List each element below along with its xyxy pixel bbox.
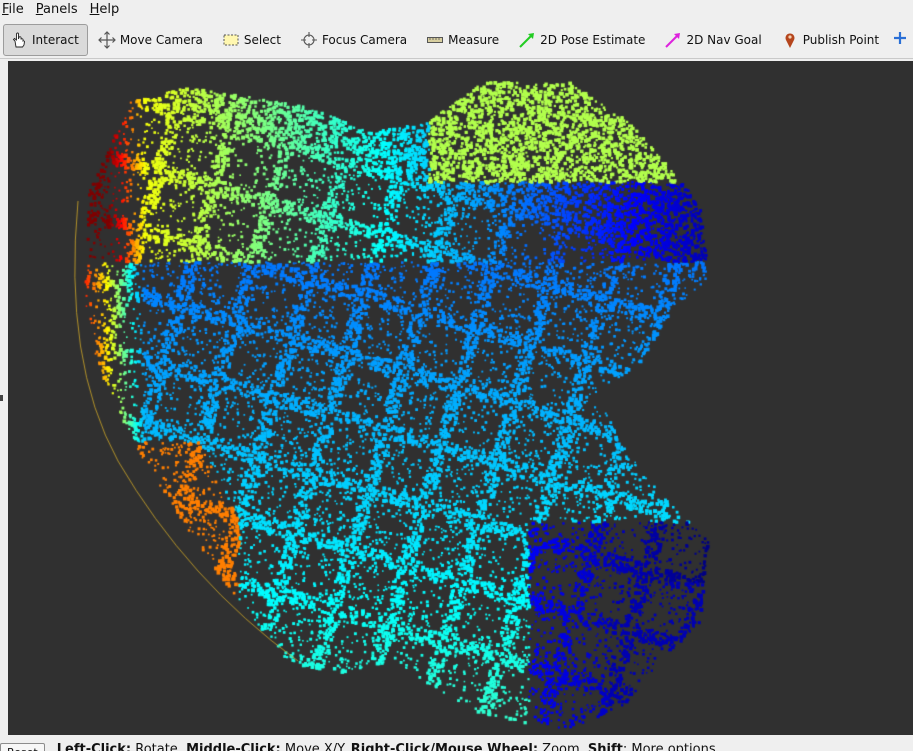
magenta-arrow-icon <box>664 31 682 49</box>
publish-point-tool-button[interactable]: Publish Point <box>774 24 888 56</box>
3d-viewport[interactable] <box>8 61 913 735</box>
menu-help[interactable]: Help <box>88 1 126 18</box>
select-label: Select <box>243 32 281 47</box>
selection-box-icon <box>222 31 240 49</box>
ruler-icon <box>426 31 444 49</box>
plus-icon <box>893 31 907 48</box>
tools-toolbar: Interact Move Camera Select Focus Camera… <box>0 21 913 59</box>
pose-estimate-tool-button[interactable]: 2D Pose Estimate <box>511 24 654 56</box>
focus-camera-label: Focus Camera <box>321 32 408 47</box>
move-camera-tool-button[interactable]: Move Camera <box>91 24 212 56</box>
green-arrow-icon <box>518 31 536 49</box>
menu-panels[interactable]: Panels <box>34 1 84 18</box>
nav-goal-tool-button[interactable]: 2D Nav Goal <box>657 24 770 56</box>
interact-tool-button[interactable]: Interact <box>3 23 88 56</box>
crosshair-icon <box>300 31 318 49</box>
move-camera-label: Move Camera <box>119 32 203 47</box>
hand-pointer-icon <box>10 31 28 49</box>
measure-label: Measure <box>448 32 500 47</box>
move-arrows-icon <box>97 30 116 49</box>
map-pin-icon <box>781 31 799 49</box>
select-tool-button[interactable]: Select <box>215 24 290 56</box>
status-bar: Reset Left-Click: Rotate. Middle-Click: … <box>0 738 913 751</box>
menu-file[interactable]: File <box>0 1 30 18</box>
focus-camera-tool-button[interactable]: Focus Camera <box>293 24 416 56</box>
status-help-text: Left-Click: Rotate. Middle-Click: Move X… <box>56 742 720 751</box>
nav-goal-label: 2D Nav Goal <box>686 32 762 47</box>
point-cloud-map <box>8 61 913 735</box>
add-tool-button[interactable] <box>891 30 909 50</box>
interact-label: Interact <box>32 32 79 47</box>
reset-button[interactable]: Reset <box>0 743 45 751</box>
splitter-handle[interactable] <box>0 395 3 401</box>
render-panel <box>0 59 913 735</box>
pose-estimate-label: 2D Pose Estimate <box>540 32 646 47</box>
measure-tool-button[interactable]: Measure <box>419 24 508 56</box>
publish-point-label: Publish Point <box>802 32 880 47</box>
menu-bar: File Panels Help <box>0 0 913 19</box>
